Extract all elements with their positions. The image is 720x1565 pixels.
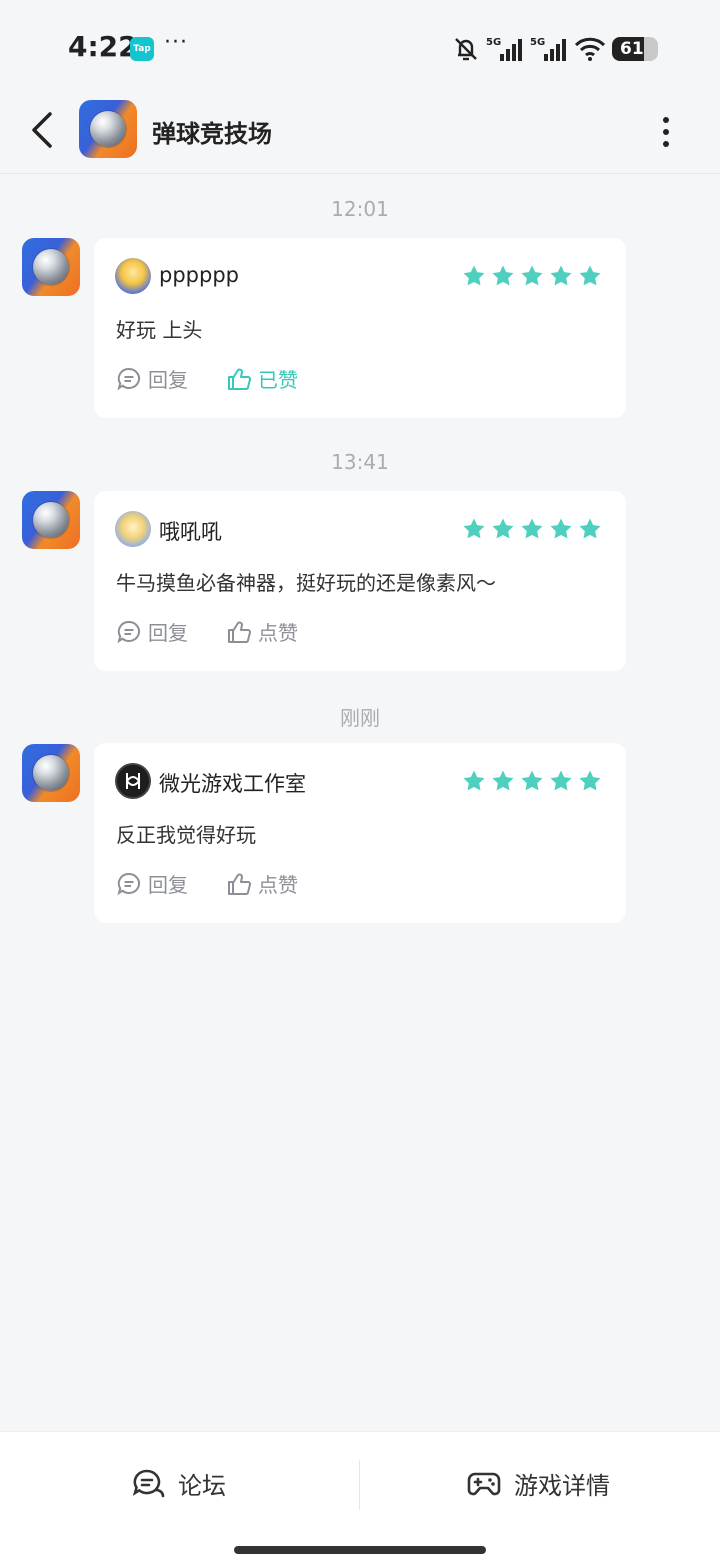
- forum-button[interactable]: 论坛: [132, 1466, 226, 1501]
- star-icon: [463, 265, 485, 286]
- chevron-left-icon: [32, 112, 52, 148]
- review-card[interactable]: 微光游戏工作室 反正我觉得好玩 回复 点赞: [94, 743, 626, 923]
- forum-label: 论坛: [178, 1472, 226, 1500]
- game-app-icon[interactable]: [22, 238, 80, 296]
- status-bar: 4:22 Tap ··· 5G 5G 61: [0, 0, 720, 90]
- page-title: 弹球竞技场: [152, 120, 272, 148]
- username[interactable]: 微光游戏工作室: [159, 768, 306, 798]
- reply-button[interactable]: 回复: [116, 617, 188, 646]
- more-options-button[interactable]: [654, 112, 678, 152]
- forum-chat-icon: [132, 1469, 165, 1497]
- game-details-button[interactable]: 游戏详情: [466, 1466, 610, 1501]
- like-label: 点赞: [258, 621, 298, 645]
- status-icons: 5G 5G 61: [452, 34, 658, 64]
- home-indicator[interactable]: [234, 1546, 486, 1554]
- star-rating: [462, 769, 602, 793]
- mute-bell-icon: [455, 38, 477, 61]
- back-button[interactable]: [26, 108, 62, 152]
- game-app-icon[interactable]: [22, 491, 80, 549]
- review-card[interactable]: pppppp 好玩 上头 回复 已赞: [94, 238, 626, 418]
- review-actions: 回复 点赞: [116, 617, 336, 646]
- star-icon: [579, 265, 601, 286]
- gamepad-icon: [467, 1472, 501, 1495]
- bottom-action-bar: 论坛 游戏详情: [0, 1431, 720, 1565]
- bottom-divider: [359, 1460, 360, 1510]
- star-icon: [550, 770, 572, 791]
- reply-label: 回复: [148, 873, 188, 897]
- star-icon: [492, 770, 514, 791]
- svg-text:5G: 5G: [530, 37, 545, 48]
- signal-5g-icon: 5G: [486, 37, 522, 61]
- svg-text:5G: 5G: [486, 37, 501, 48]
- comment-icon: [117, 367, 141, 390]
- status-time: 4:22: [68, 30, 138, 63]
- like-label: 已赞: [258, 368, 298, 392]
- star-icon: [521, 770, 543, 791]
- more-notifications-indicator: ···: [164, 30, 188, 55]
- battery-icon: 61: [612, 37, 658, 61]
- star-icon: [463, 518, 485, 539]
- like-button[interactable]: 点赞: [226, 869, 298, 898]
- review-actions: 回复 已赞: [116, 364, 336, 393]
- studio-logo-icon: [126, 773, 141, 789]
- review-card[interactable]: 哦吼吼 牛马摸鱼必备神器，挺好玩的还是像素风～ 回复 点赞: [94, 491, 626, 671]
- avatar[interactable]: [115, 511, 151, 547]
- like-button[interactable]: 已赞: [226, 364, 298, 393]
- game-app-icon[interactable]: [22, 744, 80, 802]
- like-button[interactable]: 点赞: [226, 617, 298, 646]
- more-vertical-icon: [663, 117, 669, 147]
- reply-button[interactable]: 回复: [116, 869, 188, 898]
- timestamp-label: 刚刚: [340, 706, 380, 730]
- star-icon: [521, 518, 543, 539]
- chat-header: 弹球竞技场: [0, 90, 720, 174]
- star-rating: [462, 517, 602, 541]
- star-icon: [492, 518, 514, 539]
- timestamp-label: 13:41: [331, 450, 389, 474]
- star-icon: [550, 518, 572, 539]
- comment-icon: [117, 620, 141, 643]
- reply-label: 回复: [148, 368, 188, 392]
- review-text: 好玩 上头: [116, 318, 203, 342]
- game-details-label: 游戏详情: [514, 1472, 610, 1500]
- wifi-icon: [574, 37, 606, 61]
- thumbs-up-icon: [228, 873, 252, 895]
- timestamp-label: 12:01: [331, 197, 389, 221]
- game-app-icon[interactable]: [79, 100, 137, 158]
- star-icon: [550, 265, 572, 286]
- star-icon: [579, 518, 601, 539]
- taptap-notification-icon: Tap: [130, 37, 154, 61]
- star-icon: [492, 265, 514, 286]
- signal-5g-icon-2: 5G: [530, 37, 566, 61]
- comment-icon: [117, 872, 141, 895]
- star-icon: [521, 265, 543, 286]
- username[interactable]: pppppp: [159, 263, 239, 287]
- thumbs-up-icon: [228, 368, 252, 390]
- star-icon: [463, 770, 485, 791]
- reply-label: 回复: [148, 621, 188, 645]
- star-rating: [462, 264, 602, 288]
- avatar[interactable]: [115, 258, 151, 294]
- reply-button[interactable]: 回复: [116, 364, 188, 393]
- review-text: 反正我觉得好玩: [116, 823, 256, 847]
- review-actions: 回复 点赞: [116, 869, 336, 898]
- username[interactable]: 哦吼吼: [159, 516, 222, 546]
- avatar[interactable]: [115, 763, 151, 799]
- review-text: 牛马摸鱼必备神器，挺好玩的还是像素风～: [116, 571, 496, 595]
- like-label: 点赞: [258, 873, 298, 897]
- thumbs-up-icon: [228, 621, 252, 643]
- star-icon: [579, 770, 601, 791]
